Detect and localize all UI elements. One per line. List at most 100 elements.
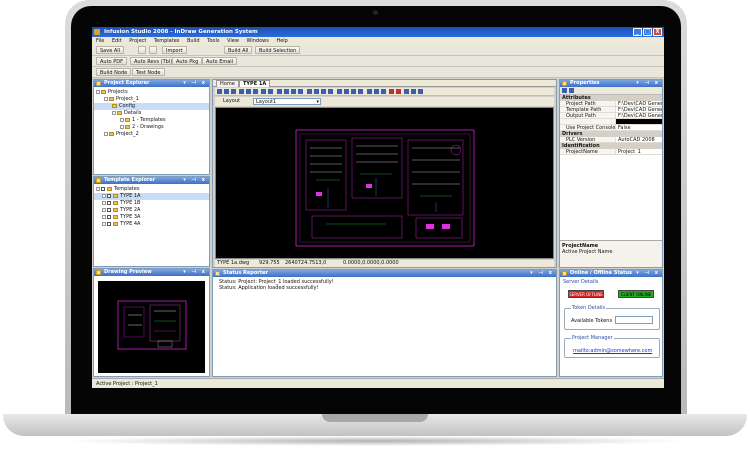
panel-pin-close-icon[interactable]: ▾ ⊣ x	[183, 80, 207, 87]
laptop-shadow	[60, 436, 690, 446]
template-explorer-title: Template Explorer	[104, 177, 156, 183]
expand-icon[interactable]	[120, 124, 124, 129]
tree-item-type-1b[interactable]: TYPE 1B	[94, 200, 209, 207]
alphabetical-icon[interactable]	[569, 88, 574, 93]
drawing-preview-title: Drawing Preview	[104, 269, 152, 275]
close-button[interactable]: X	[653, 28, 662, 36]
status-line: Status: Application loaded successfully!	[219, 285, 319, 291]
property-row[interactable]: ProjectName Project_1	[560, 149, 662, 155]
cad-toolbar	[215, 88, 554, 96]
tree-item-templates-root[interactable]: Templates	[94, 186, 209, 193]
expand-icon[interactable]	[102, 214, 106, 219]
expand-icon[interactable]	[102, 207, 106, 212]
checkbox[interactable]	[107, 193, 111, 198]
import-button[interactable]: Import	[162, 46, 187, 54]
properties-header: Properties ▾ ⊣ x	[560, 80, 662, 87]
tree-item-type-4a[interactable]: TYPE 4A	[94, 221, 209, 228]
tree-item-project-2[interactable]: Project_2	[94, 131, 209, 138]
menu-file[interactable]: File	[96, 38, 104, 44]
tab-home[interactable]: Home	[216, 80, 239, 87]
available-tokens-field[interactable]	[615, 316, 653, 324]
auto-revs-button[interactable]: Auto Revs (Tbl)	[130, 57, 177, 65]
panel-pin-close-icon[interactable]: ▾ ⊣ x	[530, 270, 554, 277]
tree-item-project-1[interactable]: Project_1	[94, 96, 209, 103]
expand-icon[interactable]	[104, 131, 108, 136]
checkbox[interactable]	[107, 221, 111, 226]
online-status-title: Online / Offline Status	[570, 270, 633, 276]
tree-item-config[interactable]: Config	[94, 103, 209, 110]
cad-drawing-canvas[interactable]	[215, 107, 554, 259]
project-manager-email-link[interactable]: mailto:admin@somewhere.com	[573, 348, 652, 354]
template-explorer-header: Template Explorer ▾ ⊣ x	[94, 177, 209, 184]
tree-item-details[interactable]: Details	[94, 110, 209, 117]
folder-icon	[109, 96, 114, 101]
project-explorer-header: Project Explorer ▾ ⊣ x	[94, 80, 209, 87]
panel-pin-close-icon[interactable]: ▾ ⊣ x	[636, 270, 660, 277]
properties-title: Properties	[570, 80, 600, 86]
drawing-scale: 929.755	[259, 260, 280, 266]
categorized-icon[interactable]	[562, 88, 567, 93]
menu-tools[interactable]: Tools	[207, 38, 219, 44]
active-project-status: Active Project : Project_1	[96, 381, 158, 387]
panel-pin-close-icon[interactable]: ▾ ⊣ x	[183, 177, 207, 184]
checkbox[interactable]	[101, 186, 105, 191]
expand-icon[interactable]	[120, 117, 124, 122]
menu-view[interactable]: View	[227, 38, 239, 44]
panel-pin-close-icon[interactable]: ▾ ⊣ x	[636, 80, 660, 87]
auto-pdf-button[interactable]: Auto PDF	[96, 57, 127, 65]
template-icon	[113, 193, 118, 198]
menu-edit[interactable]: Edit	[112, 38, 122, 44]
open-icon[interactable]	[138, 46, 146, 54]
build-node-button[interactable]: Build Node	[96, 68, 132, 76]
minimize-button[interactable]: _	[633, 28, 642, 36]
panel-pin-close-icon[interactable]: ▾ ⊣ x	[183, 269, 207, 276]
title-bar: Infusion Studio 2008 - InDraw Generation…	[92, 27, 664, 37]
maximize-button[interactable]: □	[643, 28, 652, 36]
properties-toolbar	[560, 87, 662, 95]
cad-tool-icons[interactable]	[215, 88, 554, 96]
tab-type-1a[interactable]: TYPE 1A	[239, 80, 271, 87]
preview-drawing	[117, 300, 187, 350]
tree-item-drawings[interactable]: 2 - Drawings	[94, 124, 209, 131]
client-online-indicator: CLIENT ONLINE	[618, 290, 654, 298]
expand-icon[interactable]	[102, 200, 106, 205]
laptop-scene: Infusion Studio 2008 - InDraw Generation…	[0, 0, 750, 454]
expand-icon[interactable]	[102, 193, 106, 198]
expand-icon[interactable]	[102, 221, 106, 226]
checkbox[interactable]	[107, 214, 111, 219]
collapse-icon[interactable]	[112, 110, 116, 115]
checkbox[interactable]	[107, 200, 111, 205]
menu-windows[interactable]: Windows	[247, 38, 269, 44]
layout-bar: Layout Layout1 ▾	[215, 97, 554, 106]
layout-select[interactable]: Layout1 ▾	[253, 98, 321, 105]
build-selection-button[interactable]: Build Selection	[255, 46, 301, 54]
tree-item-type-2a[interactable]: TYPE 2A	[94, 207, 209, 214]
build-all-button[interactable]: Build All	[224, 46, 253, 54]
folder-icon	[96, 81, 101, 86]
tree-item-type-1a[interactable]: TYPE 1A	[94, 193, 209, 200]
checkbox[interactable]	[107, 207, 111, 212]
tree-item-projects[interactable]: Projects	[94, 89, 209, 96]
save-icon[interactable]	[149, 46, 157, 54]
collapse-icon[interactable]	[96, 186, 100, 191]
token-details-group: Token Details Available Tokens	[564, 305, 660, 330]
auto-email-button[interactable]: Auto Email	[202, 57, 238, 65]
auto-pkg-button[interactable]: Auto Pkg	[172, 57, 203, 65]
server-offline-indicator: SERVER OFFLINE	[568, 290, 604, 298]
window-title: Infusion Studio 2008 - InDraw Generation…	[104, 29, 258, 35]
tree-item-type-3a[interactable]: TYPE 3A	[94, 214, 209, 221]
document-tabs: Home TYPE 1A	[213, 80, 556, 87]
template-icon	[96, 178, 101, 183]
folder-icon	[125, 124, 130, 129]
layout-label: Layout	[223, 98, 240, 104]
tree-item-templates[interactable]: 1 - Templates	[94, 117, 209, 124]
collapse-icon[interactable]	[104, 96, 108, 101]
test-node-button[interactable]: Test Node	[132, 68, 165, 76]
menu-help[interactable]: Help	[276, 38, 287, 44]
menu-templates[interactable]: Templates	[154, 38, 179, 44]
save-all-button[interactable]: Save All	[96, 46, 125, 54]
folder-icon	[125, 117, 130, 122]
collapse-icon[interactable]	[96, 89, 100, 94]
menu-build[interactable]: Build	[187, 38, 200, 44]
menu-project[interactable]: Project	[129, 38, 146, 44]
